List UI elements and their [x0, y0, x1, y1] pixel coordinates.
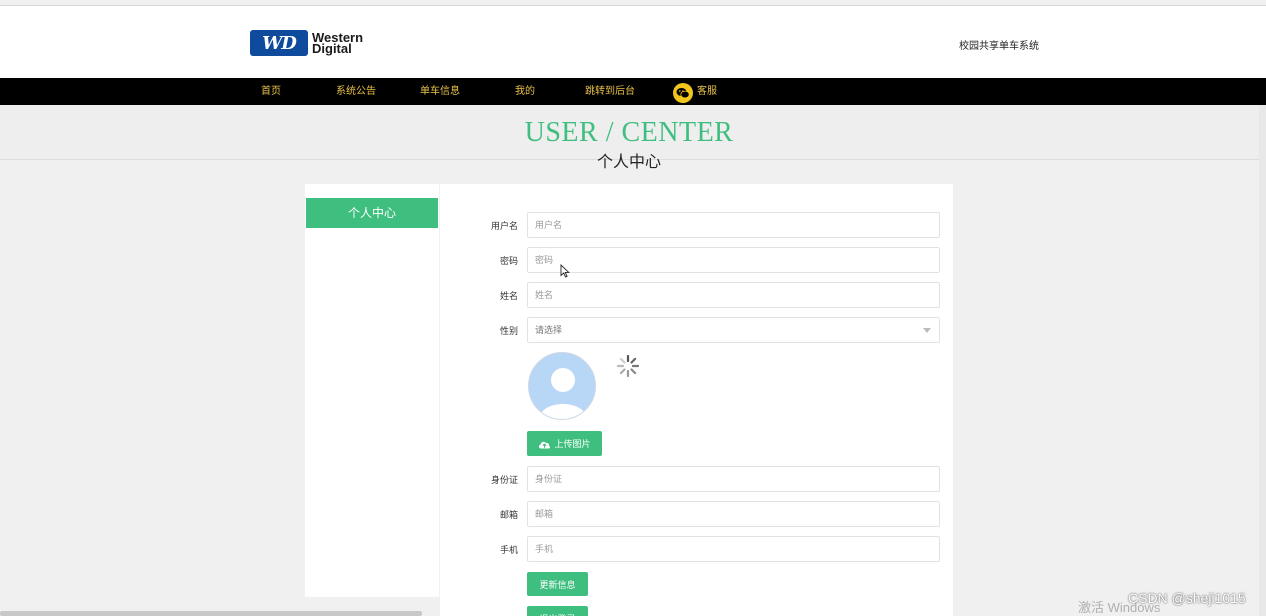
nav-item-bike-info[interactable]: 单车信息 — [420, 78, 460, 105]
email-input[interactable] — [527, 501, 940, 527]
wechat-icon — [673, 82, 693, 103]
page-subtitle: 个人中心 — [596, 154, 661, 171]
wd-logo[interactable]: WD Western Digital — [250, 30, 363, 56]
hero: USER / CENTER 个人中心 — [0, 105, 1266, 171]
gender-select-value: 请选择 — [535, 325, 563, 335]
nav-item-announcements[interactable]: 系统公告 — [336, 78, 376, 105]
sidebar-item-personal-center[interactable]: 个人中心 — [306, 198, 438, 228]
loading-spinner-icon — [616, 354, 640, 378]
profile-form: 用户名 密码 姓名 性别 请选择 — [440, 184, 953, 616]
email-label: 邮箱 — [499, 510, 518, 520]
password-label: 密码 — [499, 256, 518, 266]
username-input[interactable] — [527, 212, 940, 238]
update-info-button[interactable]: 更新信息 — [527, 572, 588, 596]
logo-badge: WD — [250, 30, 308, 56]
name-row: 姓名 — [440, 282, 953, 308]
cloud-upload-icon — [539, 441, 551, 448]
horizontal-scrollbar[interactable] — [0, 611, 422, 616]
username-label: 用户名 — [490, 221, 518, 231]
phone-label: 手机 — [499, 545, 518, 555]
gender-label: 性别 — [499, 326, 518, 336]
logout-button[interactable]: 退出登录 — [527, 606, 588, 616]
header: WD Western Digital 校园共享单车系统 — [0, 5, 1266, 78]
customer-service-label: 客服 — [697, 86, 717, 97]
sidebar: 个人中心 — [305, 184, 439, 597]
id-card-input[interactable] — [527, 466, 940, 492]
password-row: 密码 — [440, 247, 953, 273]
id-card-row: 身份证 — [440, 466, 953, 492]
name-label: 姓名 — [499, 291, 518, 301]
id-card-label: 身份证 — [490, 475, 518, 485]
phone-input[interactable] — [527, 536, 940, 562]
gender-row: 性别 请选择 — [440, 317, 953, 343]
logo-text: Western Digital — [312, 31, 363, 55]
vertical-scrollbar[interactable] — [1259, 105, 1266, 616]
upload-image-button[interactable]: 上传图片 — [527, 431, 602, 456]
upload-image-label: 上传图片 — [554, 439, 591, 449]
csdn-watermark: CSDN @sheji1015 — [1128, 590, 1246, 606]
password-input[interactable] — [527, 247, 940, 273]
nav-item-customer-service[interactable]: 客服 — [673, 78, 717, 105]
avatar[interactable] — [528, 352, 596, 420]
nav-item-home[interactable]: 首页 — [261, 78, 281, 105]
user-silhouette-icon — [539, 368, 587, 419]
mouse-cursor-icon — [560, 263, 570, 283]
phone-row: 手机 — [440, 536, 953, 562]
gender-select[interactable]: 请选择 — [527, 317, 940, 343]
page: WD Western Digital 校园共享单车系统 首页 系统公告 单车信息… — [0, 0, 1266, 616]
site-name: 校园共享单车系统 — [959, 41, 1039, 52]
name-input[interactable] — [527, 282, 940, 308]
email-row: 邮箱 — [440, 501, 953, 527]
nav-item-admin[interactable]: 跳转到后台 — [585, 78, 635, 105]
chevron-down-icon — [923, 328, 931, 333]
nav-item-mine[interactable]: 我的 — [515, 78, 535, 105]
page-title: USER / CENTER — [524, 117, 734, 148]
nav-bar: 首页 系统公告 单车信息 我的 跳转到后台 客服 — [0, 78, 1266, 105]
username-row: 用户名 — [440, 212, 953, 238]
